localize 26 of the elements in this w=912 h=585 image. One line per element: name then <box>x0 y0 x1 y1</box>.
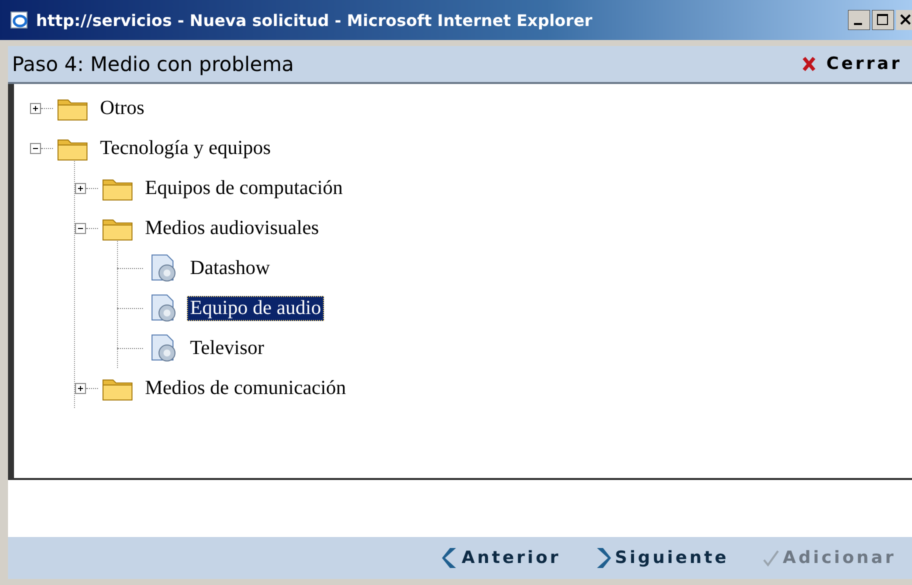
tree-item[interactable]: Equipo de audio <box>187 296 324 320</box>
collapse-icon[interactable] <box>75 222 86 234</box>
tree-item[interactable]: Otros <box>97 96 148 120</box>
chevron-right-icon <box>594 547 611 569</box>
expand-icon[interactable] <box>75 382 86 394</box>
tree-item[interactable]: Tecnología y equipos <box>97 136 274 160</box>
close-icon[interactable] <box>896 10 912 30</box>
tree-item[interactable]: Televisor <box>187 336 268 360</box>
browser-icon <box>10 10 30 30</box>
maximize-icon[interactable] <box>872 10 894 30</box>
expand-icon[interactable] <box>30 102 41 114</box>
tree-item[interactable]: Equipos de computación <box>142 176 346 200</box>
tree-item[interactable]: Medios de comunicación <box>142 376 350 400</box>
collapse-icon[interactable] <box>30 142 41 154</box>
tree-item[interactable]: Datashow <box>187 256 273 280</box>
expand-icon[interactable] <box>75 182 86 194</box>
chevron-left-icon <box>442 547 458 569</box>
next-button[interactable]: Siguiente <box>594 547 729 569</box>
minimize-icon[interactable] <box>848 10 870 30</box>
back-button[interactable]: Anterior <box>442 547 561 569</box>
tree-item[interactable]: Medios audiovisuales <box>142 216 322 240</box>
check-icon <box>762 549 779 567</box>
dialog-title: Paso 4: Medio con problema <box>12 52 295 76</box>
close-icon <box>802 56 816 72</box>
close-button[interactable]: Cerrar <box>802 54 902 74</box>
window-title: http://servicios - Nueva solicitud - Microsoft Internet Explorer <box>36 10 594 30</box>
